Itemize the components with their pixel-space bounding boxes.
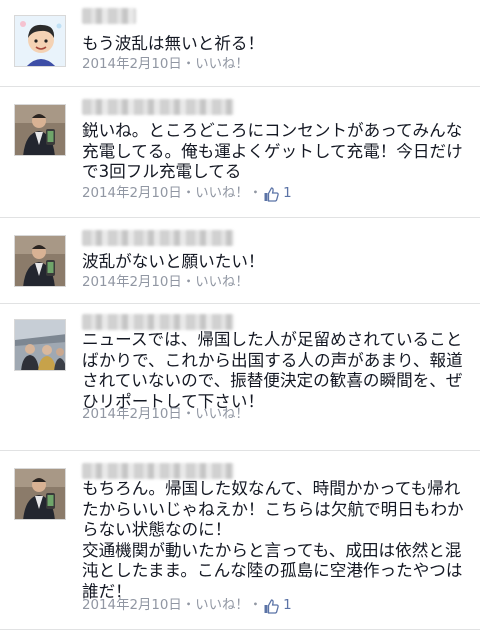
comment-item: ニュースでは、帰国した人が足留めされていることばかりで、これから出国する人の声が… <box>0 304 480 451</box>
selfie-avatar-icon <box>15 105 65 155</box>
comment-meta: 2014年2月10日 ・ いいね！ ・ 1 <box>82 597 292 615</box>
commenter-name-blurred[interactable] <box>82 230 234 246</box>
comment-item: 波乱がないと願いたい！ 2014年2月10日 ・ いいね！ <box>0 218 480 304</box>
like-link[interactable]: いいね！ <box>195 597 249 615</box>
separator: ・ <box>181 407 196 422</box>
comment-item: もう波乱は無いと祈る！ 2014年2月10日 ・ いいね！ <box>0 0 480 87</box>
group-photo-avatar-icon <box>15 320 65 370</box>
avatar[interactable] <box>14 468 66 520</box>
separator: ・ <box>181 275 196 290</box>
comment-text: ニュースでは、帰国した人が足留めされていることばかりで、これから出国する人の声が… <box>82 330 463 411</box>
comment-item: 鋭いね。ところどころにコンセントがあってみんな充電してる。俺も運よくゲットして充… <box>0 87 480 218</box>
comment-meta: 2014年2月10日 ・ いいね！ <box>82 406 249 424</box>
thumbs-up-icon[interactable] <box>264 186 279 202</box>
comment-text: もちろん。帰国した奴なんて、時間かかっても帰れたからいいじゃねえか！こちらは欠航… <box>82 479 464 601</box>
comment-text: 鋭いね。ところどころにコンセントがあってみんな充電してる。俺も運よくゲットして充… <box>82 121 463 181</box>
separator: ・ <box>181 186 196 201</box>
commenter-name-blurred[interactable] <box>82 314 234 330</box>
comment-date: 2014年2月10日 <box>82 598 182 613</box>
like-link[interactable]: いいね！ <box>195 406 249 424</box>
like-count[interactable]: 1 <box>283 597 292 615</box>
like-link[interactable]: いいね！ <box>195 56 249 74</box>
separator: ・ <box>181 57 196 72</box>
comment-date: 2014年2月10日 <box>82 57 182 72</box>
commenter-name-blurred[interactable] <box>82 99 234 115</box>
comment-item: もちろん。帰国した奴なんて、時間かかっても帰れたからいいじゃねえか！こちらは欠航… <box>0 451 480 630</box>
comment-date: 2014年2月10日 <box>82 407 182 422</box>
cartoon-avatar-icon <box>15 16 65 66</box>
separator: ・ <box>248 186 263 201</box>
commenter-name-blurred[interactable] <box>82 8 136 24</box>
avatar[interactable] <box>14 104 66 156</box>
avatar[interactable] <box>14 15 66 67</box>
separator: ・ <box>248 598 263 613</box>
commenter-name-blurred[interactable] <box>82 463 234 479</box>
selfie-avatar-icon <box>15 469 65 519</box>
like-link[interactable]: いいね！ <box>195 274 249 292</box>
selfie-avatar-icon <box>15 236 65 286</box>
separator: ・ <box>181 598 196 613</box>
comment-meta: 2014年2月10日 ・ いいね！ <box>82 274 249 292</box>
comment-meta: 2014年2月10日 ・ いいね！ ・ 1 <box>82 185 292 203</box>
avatar[interactable] <box>14 235 66 287</box>
comment-date: 2014年2月10日 <box>82 275 182 290</box>
comment-meta: 2014年2月10日 ・ いいね！ <box>82 56 249 74</box>
like-count[interactable]: 1 <box>283 185 292 203</box>
avatar[interactable] <box>14 319 66 371</box>
comment-date: 2014年2月10日 <box>82 186 182 201</box>
like-link[interactable]: いいね！ <box>195 185 249 203</box>
comment-text: 波乱がないと願いたい！ <box>82 252 265 271</box>
thumbs-up-icon[interactable] <box>264 598 279 614</box>
comment-text: もう波乱は無いと祈る！ <box>82 34 265 53</box>
